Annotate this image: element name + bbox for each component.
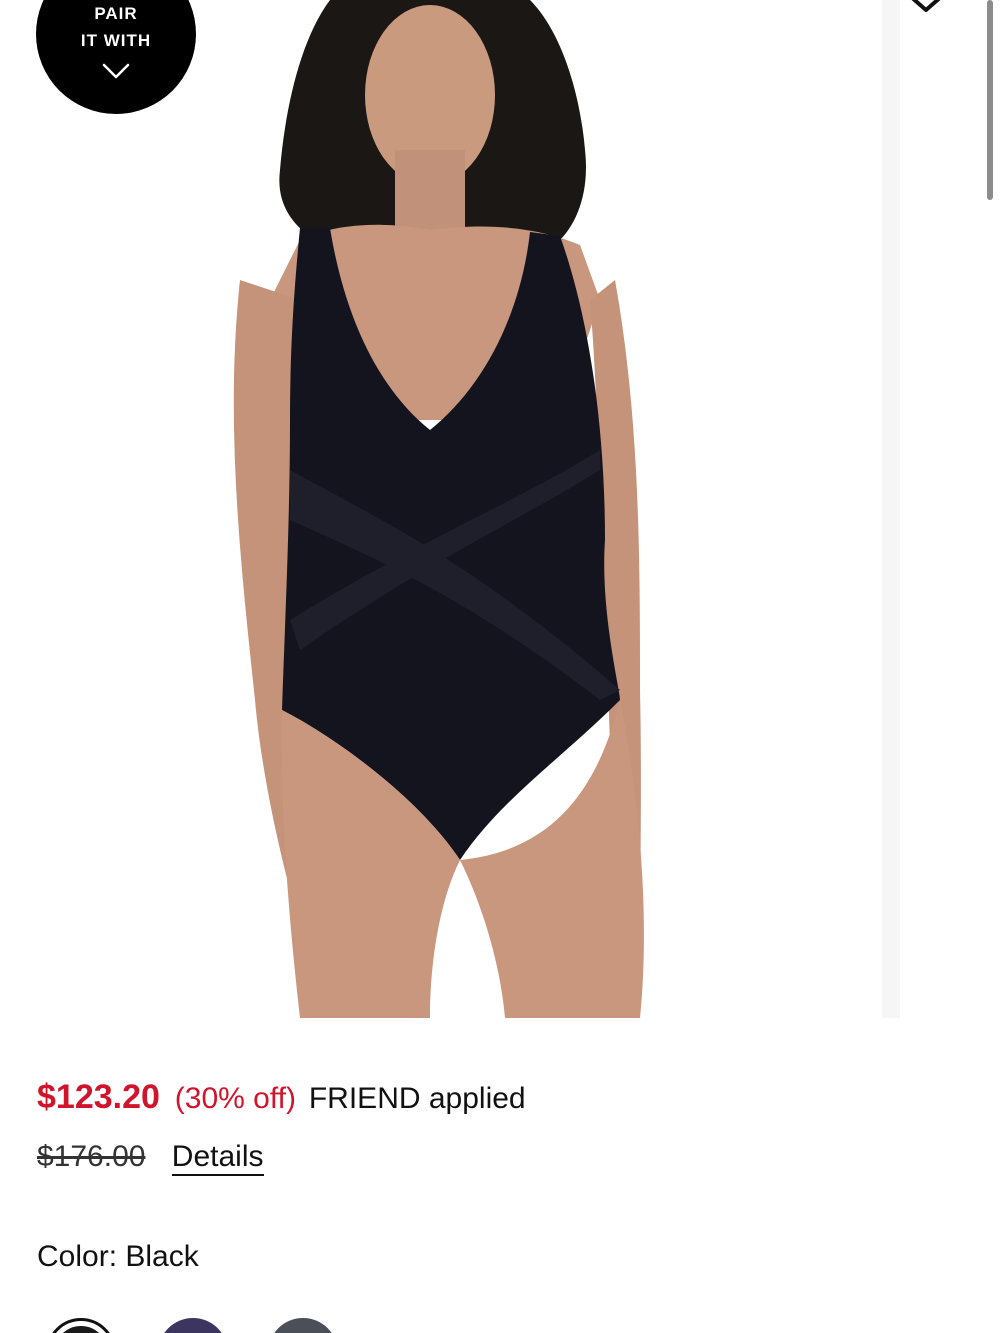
gallery-edge: [882, 0, 900, 1018]
discount-percent: (30% off): [174, 1082, 296, 1115]
pair-it-with-line2: IT WITH: [80, 31, 152, 50]
color-label: Color: Black: [37, 1240, 199, 1273]
promo-applied: FRIEND applied: [308, 1082, 526, 1115]
color-swatch-2[interactable]: [158, 1318, 228, 1333]
color-swatch-3[interactable]: [268, 1318, 338, 1333]
chevron-down-icon: [102, 63, 130, 79]
product-photo[interactable]: [0, 0, 882, 1018]
sale-price: $123.20: [37, 1078, 160, 1116]
page-scrollbar[interactable]: [987, 0, 993, 200]
original-price-row: $176.00 Details: [37, 1140, 264, 1176]
heart-icon[interactable]: [906, 0, 946, 12]
price-row: $123.20 (30% off) FRIEND applied: [37, 1078, 526, 1117]
product-page: PAIR IT WITH $123.20 (30% off) FRIEND ap…: [0, 0, 1000, 1333]
product-image-gallery[interactable]: [0, 0, 900, 1018]
pair-it-with-line1: PAIR: [94, 4, 138, 23]
details-link[interactable]: Details: [171, 1140, 264, 1176]
color-swatch-black[interactable]: [46, 1318, 116, 1333]
swatch-fill: [54, 1326, 108, 1333]
original-price: $176.00: [37, 1140, 146, 1173]
next-image-peek[interactable]: [900, 0, 1000, 1018]
